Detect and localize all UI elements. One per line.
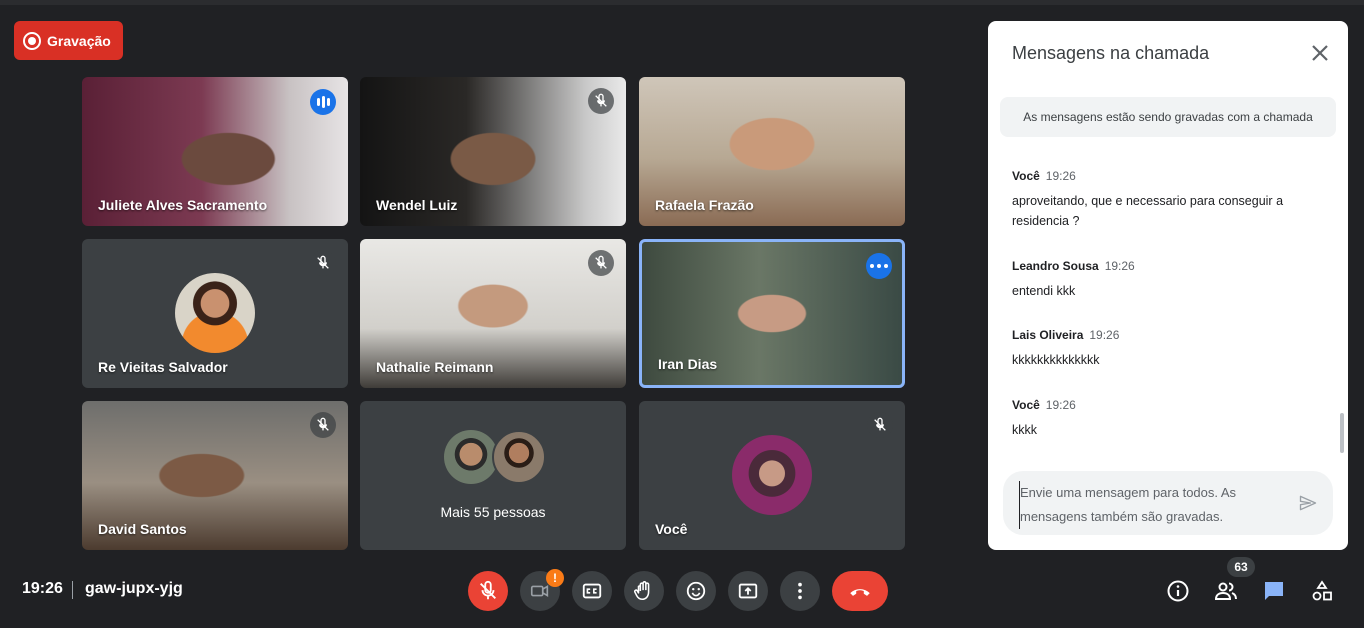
chat-panel: Mensagens na chamada As mensagens estão … — [988, 21, 1348, 550]
chat-input-placeholder: Envie uma mensagem para todos. As mensag… — [1019, 481, 1279, 529]
avatar — [444, 430, 498, 484]
participant-tile-wendel[interactable]: Wendel Luiz — [360, 77, 626, 226]
leave-call-button[interactable] — [832, 571, 888, 611]
camera-warning-badge: ! — [546, 569, 564, 587]
message-time: 19:26 — [1045, 398, 1076, 412]
participant-tile-self[interactable]: Você — [639, 401, 905, 550]
participants-button[interactable] — [1213, 578, 1239, 604]
chat-scrollbar[interactable] — [1340, 413, 1344, 453]
message-time: 19:26 — [1045, 169, 1076, 183]
top-divider — [0, 0, 1364, 5]
more-options-button[interactable] — [780, 571, 820, 611]
participant-tile-nathalie[interactable]: Nathalie Reimann — [360, 239, 626, 388]
meeting-details-button[interactable] — [1165, 578, 1191, 604]
participant-name: Juliete Alves Sacramento — [98, 197, 268, 213]
message-text: aproveitando, que e necessario para cons… — [1012, 194, 1284, 228]
mic-toggle-button[interactable] — [468, 571, 508, 611]
people-icon — [1214, 582, 1237, 600]
participant-tile-david[interactable]: David Santos — [82, 401, 348, 550]
chat-message: Você 19:26 aproveitando, que e necessario… — [1012, 167, 1312, 231]
captions-button[interactable] — [572, 571, 612, 611]
participant-tile-iran[interactable]: Iran Dias — [639, 239, 905, 388]
avatar — [175, 273, 255, 353]
chat-message: Você 19:26 kkkk — [1012, 396, 1312, 440]
raise-hand-button[interactable] — [624, 571, 664, 611]
participant-tile-rafaela[interactable]: Rafaela Frazão — [639, 77, 905, 226]
present-screen-button[interactable] — [728, 571, 768, 611]
participant-name: David Santos — [98, 521, 187, 537]
mic-off-icon — [588, 250, 614, 276]
message-text: entendi kkk — [1012, 284, 1076, 298]
chat-button[interactable] — [1261, 578, 1287, 604]
record-icon — [23, 31, 41, 50]
message-time: 19:26 — [1104, 259, 1135, 273]
chat-title: Mensagens na chamada — [1012, 43, 1210, 63]
message-text: kkkk — [1012, 423, 1037, 437]
message-author: Você — [1012, 169, 1040, 183]
avatar — [492, 430, 546, 484]
more-options-icon[interactable] — [866, 253, 892, 279]
mic-off-icon — [867, 412, 893, 438]
participant-name: Iran Dias — [658, 356, 718, 372]
mic-off-icon — [588, 88, 614, 114]
activities-button[interactable] — [1309, 578, 1335, 604]
info-icon — [1167, 580, 1189, 602]
participant-name: Rafaela Frazão — [655, 197, 754, 213]
more-vert-icon — [798, 582, 802, 600]
recording-notice-text: As mensagens estão sendo gravadas com a … — [1023, 110, 1313, 124]
hand-icon — [634, 581, 650, 601]
participant-name: Wendel Luiz — [376, 197, 458, 213]
chat-message: Lais Oliveira 19:26 kkkkkkkkkkkkkk — [1012, 326, 1312, 370]
speaking-indicator-icon — [310, 89, 336, 115]
recording-indicator[interactable]: Gravação — [14, 21, 123, 60]
participant-name: Re Vieitas Salvador — [98, 359, 228, 375]
participant-name: Você — [655, 521, 688, 537]
message-time: 19:26 — [1089, 328, 1120, 342]
mic-off-icon — [310, 250, 336, 276]
emoji-icon — [686, 581, 706, 601]
message-author: Você — [1012, 398, 1040, 412]
send-icon[interactable] — [1297, 493, 1319, 513]
clock: 19:26 — [22, 580, 63, 597]
chat-message: Leandro Sousa 19:26 entendi kkk — [1012, 257, 1312, 301]
close-icon[interactable] — [1308, 41, 1332, 65]
hang-up-icon — [850, 589, 870, 596]
meeting-code: gaw-jupx-yjg — [85, 580, 183, 597]
recording-label: Gravação — [47, 32, 111, 49]
participant-tile-juliete[interactable]: Juliete Alves Sacramento — [82, 77, 348, 226]
present-icon — [738, 583, 758, 599]
participant-name: Nathalie Reimann — [376, 359, 494, 375]
chat-icon — [1265, 582, 1283, 600]
participant-tile-re-vieitas[interactable]: Re Vieitas Salvador — [82, 239, 348, 388]
more-participants-label: Mais 55 pessoas — [440, 504, 546, 520]
mic-off-icon — [310, 412, 336, 438]
recording-notice: As mensagens estão sendo gravadas com a … — [1000, 97, 1336, 137]
message-text: kkkkkkkkkkkkkk — [1012, 353, 1100, 367]
mic-off-icon — [480, 580, 496, 600]
reactions-button[interactable] — [676, 571, 716, 611]
chat-input[interactable]: Envie uma mensagem para todos. As mensag… — [1003, 471, 1333, 535]
activities-icon — [1312, 580, 1332, 601]
participants-count-badge: 63 — [1227, 557, 1255, 577]
avatar — [732, 435, 812, 515]
captions-icon — [582, 583, 602, 599]
message-author: Lais Oliveira — [1012, 328, 1084, 342]
divider — [72, 581, 73, 599]
more-participants-tile[interactable]: Mais 55 pessoas — [360, 401, 626, 550]
message-author: Leandro Sousa — [1012, 259, 1099, 273]
